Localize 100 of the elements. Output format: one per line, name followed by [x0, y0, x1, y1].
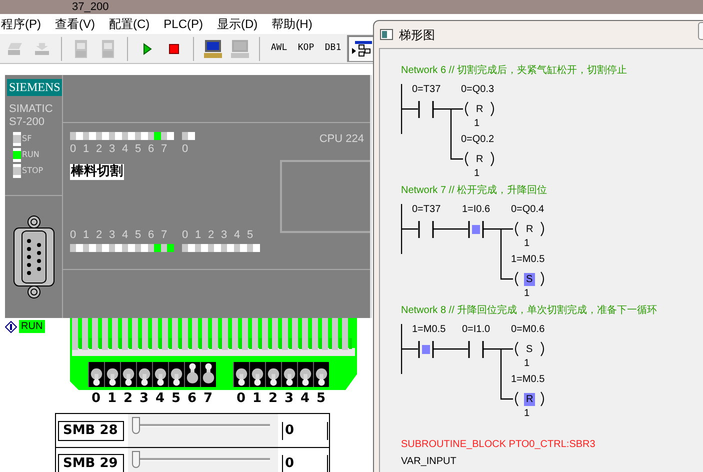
bracket-icon [513, 221, 519, 237]
slider-thumb[interactable] [132, 450, 140, 468]
slider-thumb[interactable] [132, 417, 140, 434]
network-diagram-icon [351, 40, 373, 58]
coil-address: 0=M0.6 [511, 324, 545, 336]
cpu-model: CPU 224 [319, 133, 364, 145]
channel-number: 6 [148, 229, 156, 241]
toggle-switch[interactable] [184, 362, 200, 387]
coil-type: R [525, 222, 534, 236]
toggle-switch[interactable] [297, 362, 313, 387]
channel-number: 0 [70, 143, 78, 155]
switch-number: 2 [267, 391, 279, 406]
switch-number: 1 [106, 391, 118, 406]
status-label: RUN [22, 149, 40, 161]
window-icon [380, 29, 393, 40]
bracket-icon [463, 151, 469, 167]
channel-number: 4 [122, 229, 130, 241]
coil-value: 1 [524, 288, 530, 300]
window-title: 梯形图 [399, 28, 435, 42]
value-field: 0 [282, 455, 328, 472]
channel-number: 0 [70, 229, 78, 241]
channel-number: 7 [161, 229, 168, 241]
channel-number: 3 [221, 229, 228, 241]
menu-item[interactable]: 配置(C) [109, 17, 150, 31]
coil-address: 1=M0.5 [511, 254, 545, 266]
diamond-icon [5, 320, 17, 332]
computer-icon [231, 38, 249, 58]
slider-track[interactable] [128, 414, 278, 447]
coil-type: S [525, 342, 534, 356]
bracket-icon [463, 101, 469, 117]
menu-item[interactable]: 查看(V) [55, 17, 95, 31]
document-icon [100, 38, 116, 58]
value-field: 0 [282, 422, 328, 440]
coil-value: 1 [474, 118, 480, 130]
switch-number: 0 [90, 391, 102, 406]
coil-value: 1 [524, 358, 530, 370]
channel-number: 1 [83, 143, 90, 155]
toggle-switch[interactable] [168, 362, 184, 387]
mode-indicator: RUN [5, 320, 70, 333]
channel-number: 3 [109, 143, 116, 155]
contact-address: 0=I1.0 [462, 324, 490, 336]
status-label: STOP [22, 165, 44, 177]
network-title: Network 6 // 切割完成后，夹紧气缸松开，切割停止 [401, 64, 628, 78]
channel-number: 5 [247, 229, 254, 241]
channel-number: 5 [135, 229, 142, 241]
toggle-switch[interactable] [233, 362, 249, 387]
program-name: 棒料切割 [70, 164, 124, 180]
channel-number: 2 [208, 229, 216, 241]
brand-logo: SIEMENS [7, 79, 62, 96]
toggle-switch[interactable] [152, 362, 168, 387]
toggle-switch[interactable] [88, 362, 104, 387]
eraser-icon [7, 42, 23, 56]
toggle-switch[interactable] [200, 362, 216, 387]
network-title: Network 7 // 松开完成，升降回位 [401, 184, 548, 198]
switch-number: 4 [154, 391, 166, 406]
menu-item[interactable]: 程序(P) [1, 17, 41, 31]
code-line: VAR_INPUT [401, 456, 458, 468]
contact-address: 1=I0.6 [462, 204, 490, 216]
bracket-icon [490, 101, 496, 117]
bracket-icon [513, 341, 519, 357]
slider-track[interactable] [128, 448, 278, 472]
contact-address: 0=T37 [412, 84, 441, 96]
menu-item[interactable]: 帮助(H) [272, 17, 312, 31]
bracket-icon [490, 151, 496, 167]
switch-number: 3 [283, 391, 295, 406]
coil-value: 1 [524, 408, 530, 420]
toggle-switch[interactable] [281, 362, 297, 387]
toggle-switch[interactable] [265, 362, 281, 387]
channel-number: 1 [195, 229, 202, 241]
bracket-icon [540, 341, 546, 357]
channel-number: 2 [96, 229, 104, 241]
play-icon [142, 42, 152, 54]
switch-number: 2 [122, 391, 134, 406]
coil-address: 1=M0.5 [511, 374, 545, 386]
toggle-switch[interactable] [120, 362, 136, 387]
contact-address: 0=T37 [412, 204, 441, 216]
menu-item[interactable]: PLC(P) [164, 17, 204, 31]
switch-number: 1 [251, 391, 263, 406]
toggle-switch[interactable] [313, 362, 329, 387]
channel-number: 4 [234, 229, 242, 241]
bracket-icon [513, 391, 519, 407]
menu-item[interactable]: 显示(D) [217, 17, 258, 31]
bracket-icon [540, 221, 546, 237]
status-label: SF [22, 133, 32, 145]
contact-address: 1=M0.5 [412, 324, 446, 336]
channel-number: 4 [122, 143, 130, 155]
byte-label: SMB 28 [58, 420, 124, 440]
switch-number: 5 [170, 391, 182, 406]
switch-number: 7 [202, 391, 214, 406]
switch-number: 3 [138, 391, 150, 406]
toggle-switch[interactable] [249, 362, 265, 387]
toggle-switch[interactable] [136, 362, 152, 387]
coil-address: 0=Q0.2 [461, 134, 494, 146]
coil-value: 1 [524, 238, 530, 250]
bracket-icon [540, 271, 546, 287]
coil-address: 0=Q0.3 [461, 84, 494, 96]
channel-number: 3 [109, 229, 116, 241]
toggle-switch[interactable] [104, 362, 120, 387]
coil-type: R [475, 152, 484, 166]
document-icon [73, 38, 89, 58]
